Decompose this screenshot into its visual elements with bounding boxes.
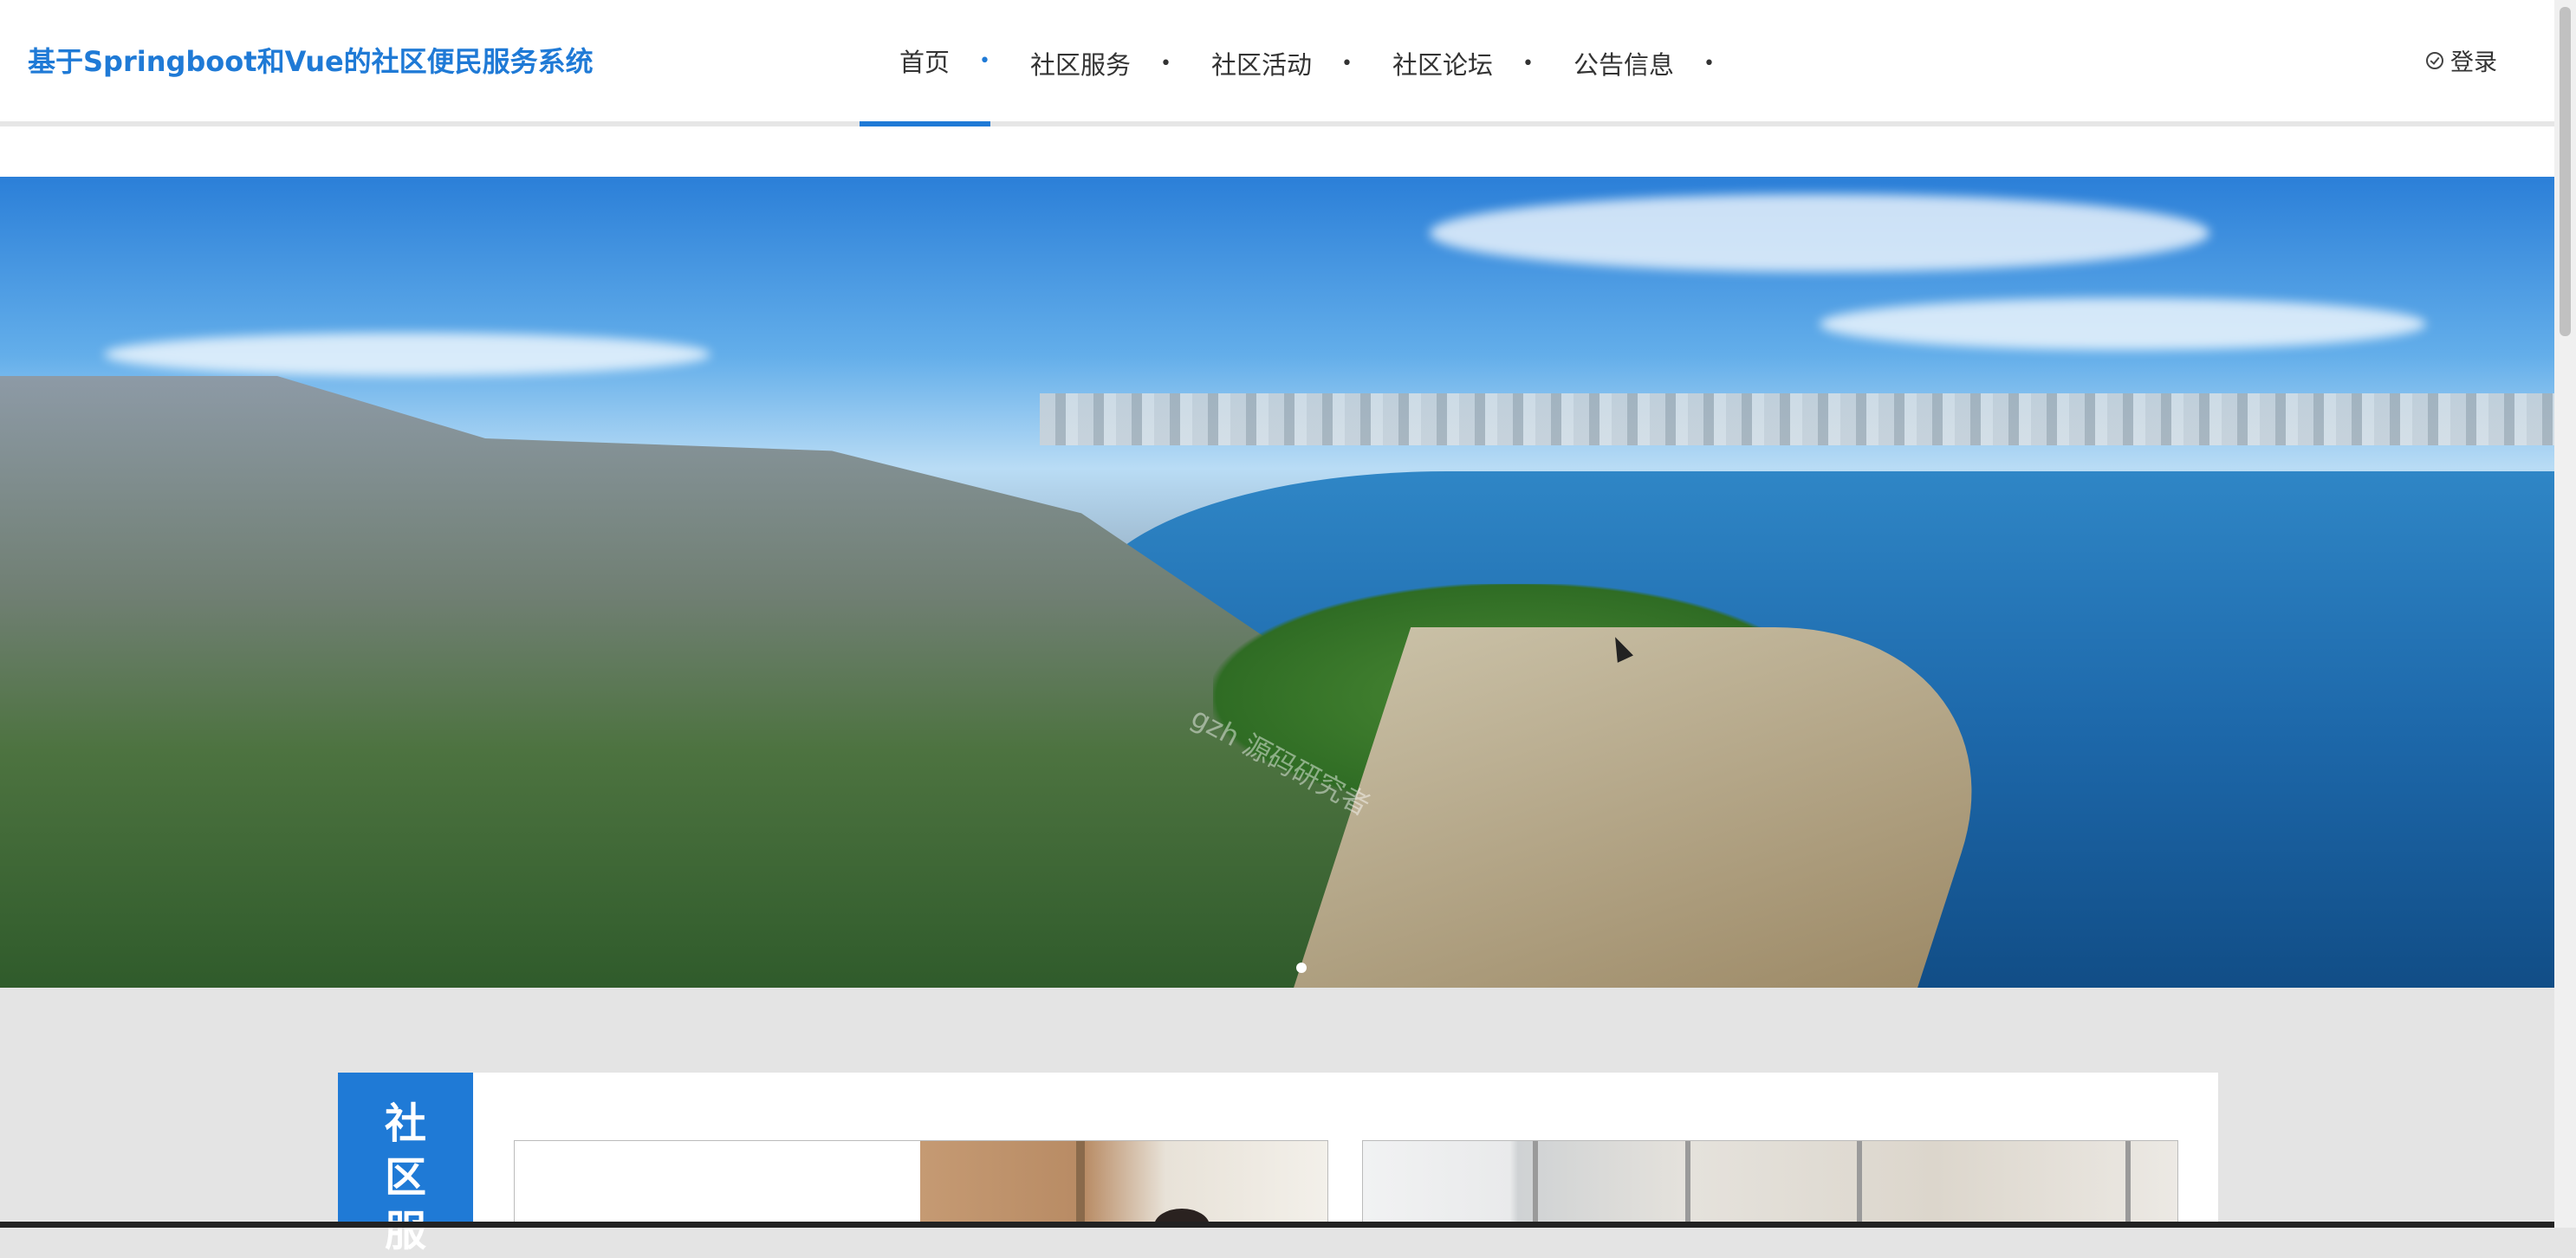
service-card[interactable]: [514, 1140, 1328, 1228]
nav-item-announcements[interactable]: 公告信息 •: [1534, 0, 1715, 126]
top-header: 基于Springboot和Vue的社区便民服务系统 首页 • 社区服务 • 社区…: [0, 0, 2554, 126]
image-detail: [1685, 1141, 1690, 1227]
city-shape: [0, 376, 1386, 988]
nav-item-community-service[interactable]: 社区服务 •: [990, 0, 1171, 126]
image-detail: [1533, 1141, 1538, 1227]
nav-separator-dot: •: [1703, 52, 1715, 75]
login-button[interactable]: 登录: [2426, 43, 2497, 77]
section-title-tab: 社 区 服: [338, 1073, 473, 1255]
coast-shape: [1292, 627, 2035, 988]
carousel-indicator-dot[interactable]: [1296, 963, 1307, 973]
section-title-char: 社: [384, 1099, 426, 1148]
site-title[interactable]: 基于Springboot和Vue的社区便民服务系统: [28, 40, 594, 80]
window-bottom-edge: [0, 1222, 2554, 1228]
nav-separator-dot: •: [979, 49, 990, 72]
nav-item-label: 社区论坛: [1392, 50, 1494, 80]
image-detail: [1857, 1141, 1862, 1227]
nav-item-label: 公告信息: [1574, 50, 1675, 80]
section-title-char: 区: [384, 1153, 426, 1202]
cloud-shape: [104, 333, 711, 376]
scrollbar-thumb[interactable]: [2560, 7, 2571, 336]
nav-separator-dot: •: [1160, 52, 1171, 75]
nav-separator-dot: •: [1522, 52, 1534, 75]
cloud-shape: [1820, 298, 2426, 350]
cloud-shape: [1430, 194, 2209, 272]
service-card[interactable]: [1362, 1140, 2178, 1228]
banner-carousel[interactable]: gzh 源码研究者: [0, 177, 2554, 988]
banner-top-spacer: [0, 126, 2554, 177]
image-detail: [2125, 1141, 2131, 1227]
nav-separator-dot: •: [1341, 52, 1353, 75]
login-label: 登录: [2450, 49, 2497, 76]
check-circle-icon: [2426, 51, 2443, 69]
nav-item-community-forum[interactable]: 社区论坛 •: [1353, 0, 1534, 126]
nav-item-home[interactable]: 首页 •: [860, 0, 990, 126]
service-card-image: [920, 1141, 1327, 1227]
image-detail: [1076, 1141, 1085, 1227]
section-title-char: 服: [384, 1207, 426, 1255]
skyline-shape: [1040, 393, 2554, 445]
nav-item-label: 社区服务: [1030, 50, 1132, 80]
main-nav: 首页 • 社区服务 • 社区活动 • 社区论坛 • 公告信息 •: [860, 0, 1715, 126]
page-scrollbar[interactable]: [2554, 0, 2576, 1228]
service-card-image: [1363, 1141, 2177, 1227]
nav-item-label: 首页: [899, 48, 951, 77]
nav-item-community-activity[interactable]: 社区活动 •: [1171, 0, 1353, 126]
nav-item-label: 社区活动: [1211, 50, 1313, 80]
